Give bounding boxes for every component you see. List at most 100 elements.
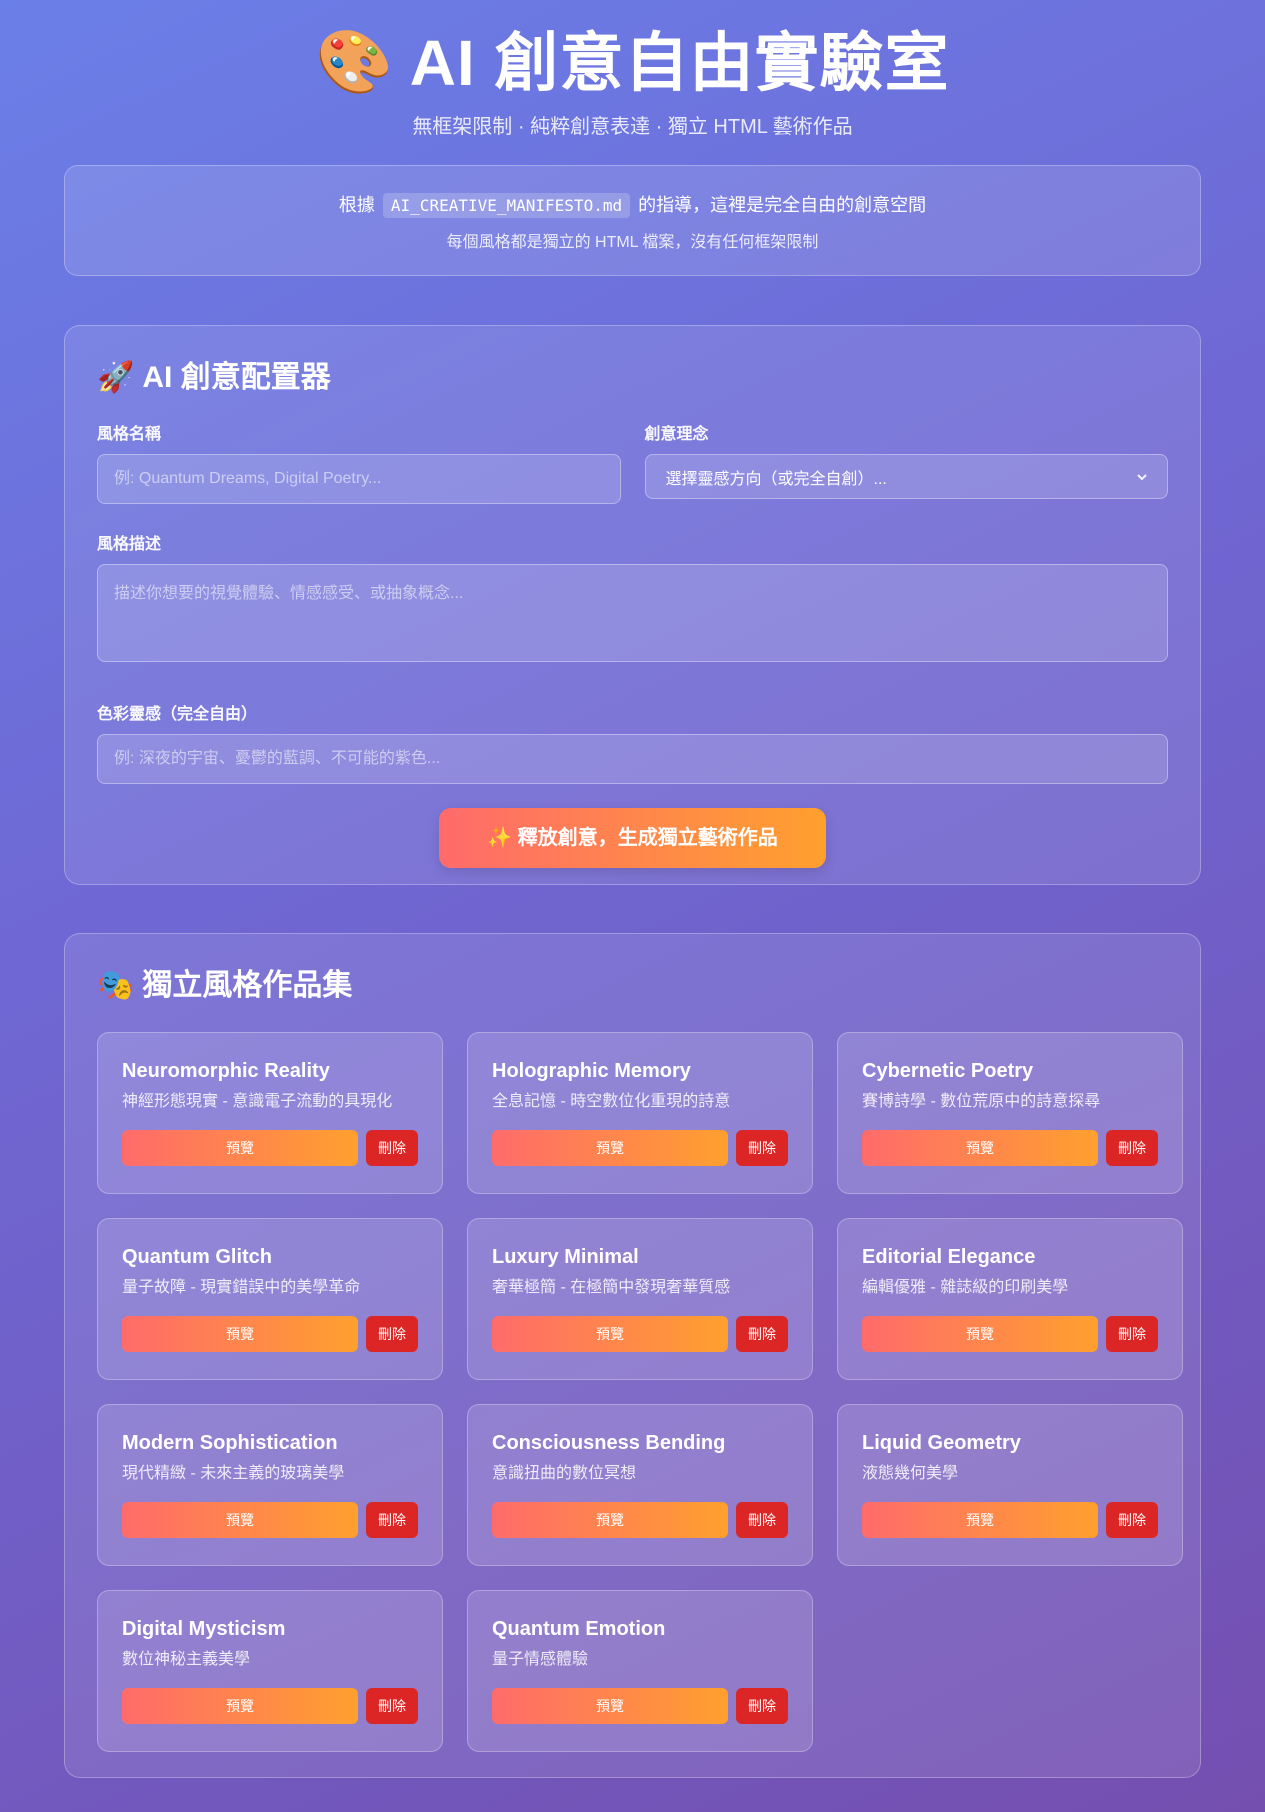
style-card-desc: 賽博詩學 - 數位荒原中的詩意探尋: [862, 1093, 1101, 1110]
style-card-desc: 量子故障 - 現實錯誤中的美學革命: [122, 1279, 361, 1296]
style-name-input[interactable]: [97, 454, 621, 504]
gallery-grid: Neuromorphic Reality 神經形態現實 - 意識電子流動的具現化…: [97, 1032, 1183, 1752]
style-card: Editorial Elegance 編輯優雅 - 雜誌級的印刷美學 預覽 刪除: [837, 1218, 1183, 1380]
style-card: Cybernetic Poetry 賽博詩學 - 數位荒原中的詩意探尋 預覽 刪…: [837, 1032, 1183, 1194]
style-card-desc: 奢華極簡 - 在極簡中發現奢華質感: [492, 1279, 731, 1296]
style-card-actions: 預覽 刪除: [122, 1130, 418, 1166]
chevron-down-icon: [1137, 470, 1147, 484]
page-title: 🎨 AI 創意自由實驗室: [64, 26, 1201, 100]
preview-button[interactable]: 預覽: [492, 1130, 728, 1166]
delete-button[interactable]: 刪除: [366, 1502, 418, 1538]
style-card-actions: 預覽 刪除: [122, 1502, 418, 1538]
style-card-title: Cybernetic Poetry: [862, 1060, 1034, 1082]
delete-button[interactable]: 刪除: [736, 1688, 788, 1724]
style-card-actions: 預覽 刪除: [122, 1316, 418, 1352]
manifest-prefix: 根據: [338, 195, 375, 215]
page: 🎨 AI 創意自由實驗室 無框架限制 · 純粹創意表達 · 獨立 HTML 藝術…: [0, 0, 1265, 1778]
style-gallery: 🎭 獨立風格作品集 Neuromorphic Reality 神經形態現實 - …: [64, 933, 1201, 1778]
preview-button[interactable]: 預覽: [862, 1316, 1098, 1352]
description-textarea[interactable]: [97, 564, 1168, 662]
generate-button[interactable]: ✨ 釋放創意，生成獨立藝術作品: [439, 808, 826, 868]
delete-button[interactable]: 刪除: [1106, 1130, 1158, 1166]
generate-wrap: ✨ 釋放創意，生成獨立藝術作品: [97, 808, 1168, 868]
style-card: Digital Mysticism 數位神秘主義美學 預覽 刪除: [97, 1590, 443, 1752]
preview-button[interactable]: 預覽: [122, 1502, 358, 1538]
style-card-actions: 預覽 刪除: [492, 1502, 788, 1538]
manifest-suffix: 的指導，這裡是完全自由的創意空間: [638, 195, 927, 215]
preview-button[interactable]: 預覽: [492, 1316, 728, 1352]
style-card: Luxury Minimal 奢華極簡 - 在極簡中發現奢華質感 預覽 刪除: [467, 1218, 813, 1380]
style-card-actions: 預覽 刪除: [492, 1130, 788, 1166]
color-field: 色彩靈感（完全自由）: [97, 700, 1168, 784]
palette-icon: 🎨: [315, 28, 394, 97]
delete-button[interactable]: 刪除: [736, 1130, 788, 1166]
style-card: Neuromorphic Reality 神經形態現實 - 意識電子流動的具現化…: [97, 1032, 443, 1194]
performing-arts-icon: 🎭: [97, 969, 135, 1002]
style-card-title: Modern Sophistication: [122, 1432, 338, 1454]
manifest-line: 根據 AI_CREATIVE_MANIFESTO.md 的指導，這裡是完全自由的…: [65, 191, 1200, 220]
style-card-desc: 編輯優雅 - 雜誌級的印刷美學: [862, 1279, 1069, 1296]
rocket-icon: 🚀: [97, 361, 135, 394]
style-card-desc: 數位神秘主義美學: [122, 1651, 251, 1668]
delete-button[interactable]: 刪除: [736, 1316, 788, 1352]
preview-button[interactable]: 預覽: [122, 1130, 358, 1166]
style-card: Quantum Emotion 量子情感體驗 預覽 刪除: [467, 1590, 813, 1752]
style-card: Modern Sophistication 現代精緻 - 未來主義的玻璃美學 預…: [97, 1404, 443, 1566]
manifest-note: 每個風格都是獨立的 HTML 檔案，沒有任何框架限制: [446, 234, 819, 251]
concept-select-value: 選擇靈感方向（或完全自創）...: [665, 470, 887, 488]
style-card-title: Luxury Minimal: [492, 1246, 639, 1268]
concept-label: 創意理念: [644, 426, 709, 443]
style-card-title: Holographic Memory: [492, 1060, 691, 1082]
style-card-desc: 液態幾何美學: [862, 1465, 959, 1482]
style-card-desc: 神經形態現實 - 意識電子流動的具現化: [122, 1093, 393, 1110]
style-card-desc: 現代精緻 - 未來主義的玻璃美學: [122, 1465, 345, 1482]
style-card-actions: 預覽 刪除: [862, 1130, 1158, 1166]
style-card-title: Consciousness Bending: [492, 1432, 726, 1454]
page-subtitle: 無框架限制 · 純粹創意表達 · 獨立 HTML 藝術作品: [412, 116, 853, 138]
style-card-actions: 預覽 刪除: [492, 1316, 788, 1352]
delete-button[interactable]: 刪除: [1106, 1502, 1158, 1538]
style-card-actions: 預覽 刪除: [862, 1316, 1158, 1352]
preview-button[interactable]: 預覽: [862, 1130, 1098, 1166]
manifest-filename: AI_CREATIVE_MANIFESTO.md: [382, 193, 631, 218]
style-card: Liquid Geometry 液態幾何美學 預覽 刪除: [837, 1404, 1183, 1566]
style-card-title: Neuromorphic Reality: [122, 1060, 330, 1082]
style-card-actions: 預覽 刪除: [862, 1502, 1158, 1538]
color-input[interactable]: [97, 734, 1168, 784]
preview-button[interactable]: 預覽: [122, 1688, 358, 1724]
color-label: 色彩靈感（完全自由）: [97, 706, 258, 723]
page-title-text: AI 創意自由實驗室: [409, 27, 950, 99]
gallery-title-text: 獨立風格作品集: [142, 969, 353, 1002]
concept-select[interactable]: 選擇靈感方向（或完全自創）...: [644, 454, 1168, 499]
gallery-title: 🎭 獨立風格作品集: [97, 966, 1168, 1006]
header: 🎨 AI 創意自由實驗室 無框架限制 · 純粹創意表達 · 獨立 HTML 藝術…: [64, 0, 1201, 138]
description-label: 風格描述: [97, 536, 162, 553]
delete-button[interactable]: 刪除: [736, 1502, 788, 1538]
style-card-title: Digital Mysticism: [122, 1618, 286, 1640]
style-card-title: Quantum Glitch: [122, 1246, 272, 1268]
preview-button[interactable]: 預覽: [492, 1688, 728, 1724]
manifest-banner: 根據 AI_CREATIVE_MANIFESTO.md 的指導，這裡是完全自由的…: [64, 165, 1201, 276]
preview-button[interactable]: 預覽: [492, 1502, 728, 1538]
configurator-title-text: AI 創意配置器: [142, 361, 331, 394]
preview-button[interactable]: 預覽: [122, 1316, 358, 1352]
style-card: Consciousness Bending 意識扭曲的數位冥想 預覽 刪除: [467, 1404, 813, 1566]
delete-button[interactable]: 刪除: [366, 1688, 418, 1724]
concept-field: 創意理念 選擇靈感方向（或完全自創）...: [644, 420, 1168, 504]
preview-button[interactable]: 預覽: [862, 1502, 1098, 1538]
description-field: 風格描述: [97, 530, 1168, 667]
delete-button[interactable]: 刪除: [366, 1130, 418, 1166]
style-card-actions: 預覽 刪除: [492, 1688, 788, 1724]
name-concept-row: 風格名稱 創意理念 選擇靈感方向（或完全自創）...: [97, 420, 1168, 504]
style-card-desc: 意識扭曲的數位冥想: [492, 1465, 637, 1482]
style-name-label: 風格名稱: [97, 426, 162, 443]
creative-configurator: 🚀 AI 創意配置器 風格名稱 創意理念 選擇靈感方向（或完全自創）... 風格…: [64, 325, 1201, 885]
style-name-field: 風格名稱: [97, 420, 621, 504]
style-card-actions: 預覽 刪除: [122, 1688, 418, 1724]
delete-button[interactable]: 刪除: [366, 1316, 418, 1352]
style-card: Quantum Glitch 量子故障 - 現實錯誤中的美學革命 預覽 刪除: [97, 1218, 443, 1380]
style-card-title: Liquid Geometry: [862, 1432, 1021, 1454]
delete-button[interactable]: 刪除: [1106, 1316, 1158, 1352]
style-card-title: Editorial Elegance: [862, 1246, 1036, 1268]
configurator-title: 🚀 AI 創意配置器: [97, 358, 1168, 398]
